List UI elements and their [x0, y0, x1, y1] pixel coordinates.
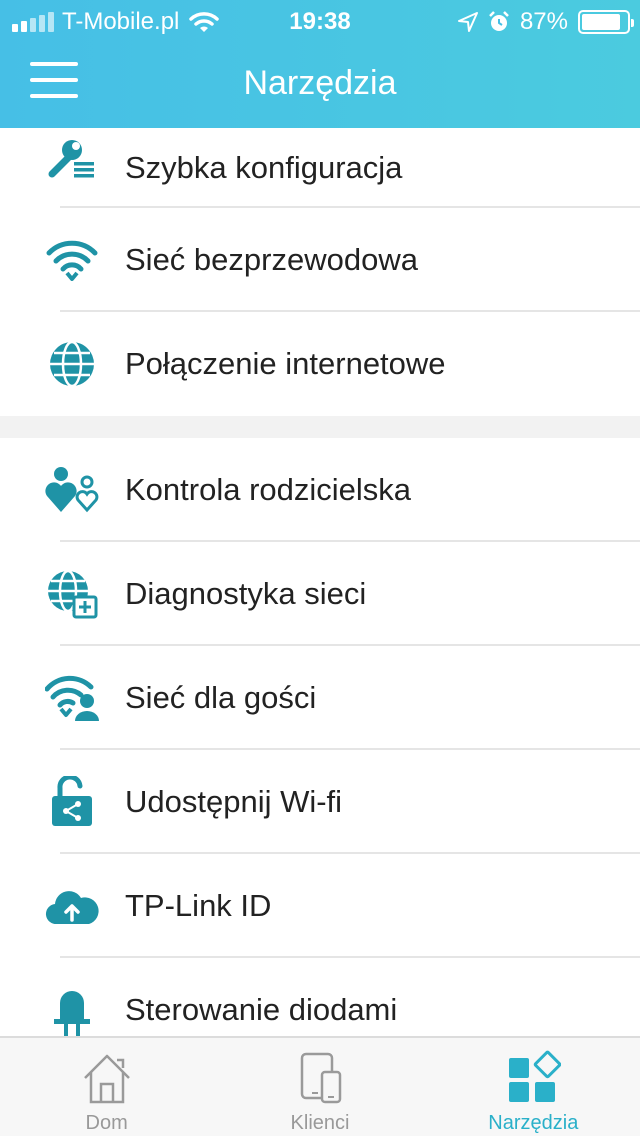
- tools-grid-icon: [509, 1050, 562, 1102]
- guest-network-icon: [44, 670, 100, 726]
- share-wifi-icon: [44, 774, 100, 830]
- location-arrow-icon: [457, 12, 478, 32]
- battery-percentage: 87%: [519, 8, 568, 35]
- globe-icon: [44, 336, 100, 392]
- header: T-Mobile.pl 19:38 87% Narzędzia: [0, 0, 640, 128]
- list-item-label: TP-Link ID: [125, 888, 272, 923]
- quick-setup-icon: [44, 130, 100, 186]
- battery-icon: [578, 10, 634, 34]
- tab-bar: Dom Klienci Narzędzia: [0, 1036, 640, 1136]
- parental-control-icon: [44, 462, 100, 518]
- list-item-label: Połączenie internetowe: [125, 346, 446, 381]
- tab-label: Dom: [85, 1112, 128, 1134]
- list-item-network-diagnostics[interactable]: Diagnostyka sieci: [0, 542, 640, 646]
- devices-icon: [300, 1052, 342, 1104]
- list-item-label: Szybka konfiguracja: [125, 150, 403, 185]
- tab-home[interactable]: Dom: [0, 1038, 213, 1136]
- list-item-wireless[interactable]: Sieć bezprzewodowa: [0, 208, 640, 312]
- section-separator: [0, 416, 640, 438]
- list-item-label: Diagnostyka sieci: [125, 576, 367, 611]
- page-title: Narzędzia: [243, 64, 397, 102]
- list-item-quick-setup[interactable]: Szybka konfiguracja: [0, 128, 640, 208]
- alarm-icon: [489, 11, 509, 31]
- status-bar: T-Mobile.pl 19:38 87%: [0, 0, 640, 42]
- list-item-label: Sieć bezprzewodowa: [125, 242, 418, 277]
- list-item-share-wifi[interactable]: Udostępnij Wi-fi: [0, 750, 640, 854]
- list-item-tplink-id[interactable]: TP-Link ID: [0, 854, 640, 958]
- wifi-icon: [44, 232, 100, 288]
- led-icon: [44, 986, 100, 1042]
- network-diagnostics-icon: [44, 566, 100, 622]
- list-item-label: Udostępnij Wi-fi: [125, 784, 343, 819]
- list-item-label: Kontrola rodzicielska: [125, 472, 412, 507]
- list-item-label: Sieć dla gości: [125, 680, 317, 715]
- tab-tools[interactable]: Narzędzia: [427, 1038, 640, 1136]
- home-icon: [83, 1054, 130, 1104]
- tab-clients[interactable]: Klienci: [213, 1038, 426, 1136]
- tab-label: Klienci: [290, 1112, 350, 1134]
- list-item-parental-control[interactable]: Kontrola rodzicielska: [0, 438, 640, 542]
- cloud-upload-icon: [44, 878, 100, 934]
- tools-list: Szybka konfiguracja Sieć bezprzewodowa P…: [0, 128, 640, 1062]
- list-item-label: Sterowanie diodami: [125, 992, 398, 1027]
- list-item-internet[interactable]: Połączenie internetowe: [0, 312, 640, 416]
- list-item-guest-network[interactable]: Sieć dla gości: [0, 646, 640, 750]
- tab-label: Narzędzia: [488, 1112, 579, 1134]
